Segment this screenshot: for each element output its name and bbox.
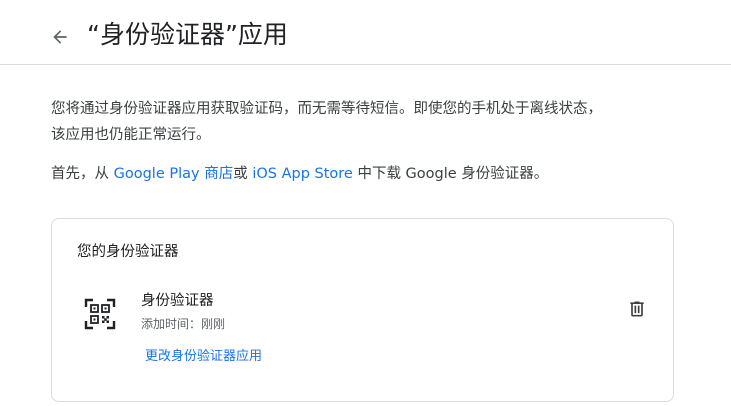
change-authenticator-link[interactable]: 更改身份验证器应用 <box>145 347 262 367</box>
header: “身份验证器”应用 <box>0 0 731 65</box>
ios-app-store-link[interactable]: iOS App Store <box>252 166 353 182</box>
arrow-left-icon <box>53 30 67 44</box>
authenticator-name: 身份验证器 <box>141 293 214 309</box>
page-title: “身份验证器”应用 <box>87 20 288 49</box>
page: “身份验证器”应用 您将通过身份验证器应用获取验证码，而无需等待短信。即使您的手… <box>0 0 731 406</box>
trash-icon <box>630 301 644 317</box>
authenticator-card: 您的身份验证器 身份验证器 添加时间：刚刚 更改身份验证器应用 <box>51 218 674 402</box>
google-play-link[interactable]: Google Play 商店 <box>114 166 234 182</box>
download-instruction: 首先，从 Google Play 商店或 iOS App Store 中下载 G… <box>51 161 548 187</box>
download-suffix: 中下载 Google 身份验证器。 <box>352 166 549 182</box>
description-text: 您将通过身份验证器应用获取验证码，而无需等待短信。即使您的手机处于离线状态，该应… <box>51 101 602 143</box>
back-button[interactable] <box>44 21 76 53</box>
qr-code-icon <box>84 298 116 330</box>
authenticator-added-time: 添加时间：刚刚 <box>141 317 226 331</box>
download-or: 或 <box>233 166 253 182</box>
card-title: 您的身份验证器 <box>77 244 179 260</box>
download-prefix: 首先，从 <box>51 166 114 182</box>
delete-button[interactable] <box>623 295 651 323</box>
